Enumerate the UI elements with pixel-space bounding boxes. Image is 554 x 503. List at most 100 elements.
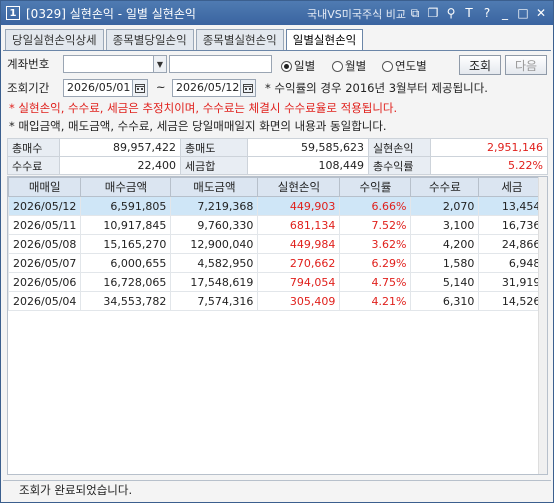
- table-cell: 4.75%: [339, 272, 412, 292]
- daily-profit-grid: 매매일 매수금액 매도금액 실현손익 수익률 수수료 세금 2026/05/12 6,591,…: [7, 176, 548, 475]
- table-cell: 2,070: [410, 196, 480, 216]
- copy-icon[interactable]: ❐: [425, 5, 441, 21]
- table-row[interactable]: 2026/05/04 34,553,782 7,574,316 305,409 4.21…: [8, 291, 546, 311]
- font-icon[interactable]: T: [461, 5, 477, 21]
- return-value: 5.22%: [430, 156, 548, 175]
- grid-header-row: 매매일 매수금액 매도금액 실현손익 수익률 수수료 세금: [8, 177, 546, 197]
- chevron-down-icon[interactable]: ▼: [153, 55, 167, 73]
- fee-label: 수수료: [7, 156, 60, 175]
- table-cell: 794,054: [257, 272, 341, 292]
- column-header[interactable]: 매수금액: [80, 177, 172, 197]
- date-to-input[interactable]: 2026/05/12: [172, 79, 241, 97]
- window-icon[interactable]: ⧉: [407, 5, 423, 21]
- radio-yearly-dot: [382, 60, 393, 72]
- table-cell: 6.66%: [339, 196, 412, 216]
- table-cell: 305,409: [257, 291, 341, 311]
- tab-2[interactable]: 종목별실현손익: [195, 29, 284, 50]
- summary-table: 총매수 89,957,422 총매도 59,585,623 실현손익 2,951…: [7, 138, 548, 175]
- table-cell: 2026/05/04: [8, 291, 82, 311]
- table-row[interactable]: 2026/05/11 10,917,845 9,760,330 681,134 7.52…: [8, 215, 546, 235]
- radio-daily[interactable]: 일별: [281, 58, 315, 74]
- help-icon[interactable]: ?: [479, 5, 495, 21]
- table-cell: 2026/05/11: [8, 215, 82, 235]
- table-cell: 681,134: [257, 215, 341, 235]
- table-row[interactable]: 2026/05/08 15,165,270 12,900,040 449,984 3.6…: [8, 234, 546, 254]
- table-cell: 2026/05/12: [8, 196, 82, 216]
- tax-value: 108,449: [247, 156, 369, 175]
- table-cell: 6,000,655: [80, 253, 172, 273]
- table-cell: 3,100: [410, 215, 480, 235]
- vertical-scrollbar[interactable]: [538, 177, 547, 474]
- screen-title: 실현손익 - 일별 실현손익: [69, 6, 196, 21]
- column-header[interactable]: 실현손익: [257, 177, 341, 197]
- table-cell: 5,140: [410, 272, 480, 292]
- table-cell: 31,919: [478, 272, 546, 292]
- minimize-icon[interactable]: _: [497, 5, 513, 21]
- tab-0[interactable]: 당일실현손익상세: [5, 29, 104, 50]
- table-row[interactable]: 2026/05/07 6,000,655 4,582,950 270,662 6.29%…: [8, 253, 546, 273]
- radio-monthly-label: 월별: [345, 59, 367, 73]
- table-cell: 12,900,040: [170, 234, 259, 254]
- tab-1[interactable]: 종목별당일손익: [105, 29, 194, 50]
- tab-bar: 당일실현손익상세 종목별당일손익 종목별실현손익 일별실현손익: [5, 29, 365, 50]
- pin-icon[interactable]: ⚲: [443, 5, 459, 21]
- column-header[interactable]: 수수료: [410, 177, 480, 197]
- tax-label: 세금합: [180, 156, 248, 175]
- total-sell-value: 59,585,623: [247, 138, 369, 157]
- table-cell: 24,866: [478, 234, 546, 254]
- table-cell: 449,903: [257, 196, 341, 216]
- table-cell: 15,165,270: [80, 234, 172, 254]
- table-cell: 2026/05/07: [8, 253, 82, 273]
- table-cell: 4,200: [410, 234, 480, 254]
- table-cell: 4.21%: [339, 291, 412, 311]
- radio-monthly-dot: [332, 60, 343, 72]
- table-row[interactable]: 2026/05/12 6,591,805 7,219,368 449,903 6.66%…: [8, 196, 546, 216]
- table-row[interactable]: 2026/05/06 16,728,065 17,548,619 794,054 4.7…: [8, 272, 546, 292]
- radio-yearly[interactable]: 연도별: [382, 58, 427, 74]
- column-header[interactable]: 수익률: [339, 177, 412, 197]
- estimate-warning: * 실현손익, 수수료, 세금은 추정치이며, 수수료는 체결시 수수료율로 적…: [9, 101, 398, 115]
- table-cell: 7,574,316: [170, 291, 259, 311]
- content-panel: 계좌번호 ▼ 일별 월별 연도별 조회 다음 조회기간 2026/05/01 ~…: [3, 50, 551, 478]
- calendar-icon[interactable]: [132, 79, 148, 97]
- window-title: [0329] 실현손익 - 일별 실현손익: [26, 5, 196, 22]
- return-info-note: * 수익률의 경우 2016년 3월부터 제공됩니다.: [265, 81, 488, 95]
- close-icon[interactable]: ✕: [533, 5, 549, 21]
- total-buy-value: 89,957,422: [59, 138, 181, 157]
- table-cell: 449,984: [257, 234, 341, 254]
- search-button[interactable]: 조회: [459, 55, 501, 75]
- table-cell: 3.62%: [339, 234, 412, 254]
- screen-code: [0329]: [26, 6, 66, 21]
- period-label: 조회기간: [7, 81, 50, 95]
- table-cell: 6.29%: [339, 253, 412, 273]
- next-button[interactable]: 다음: [505, 55, 547, 75]
- account-number-input[interactable]: [63, 55, 154, 73]
- main-window: 1 [0329] 실현손익 - 일별 실현손익 국내VS미국주식 비교 ⧉ ❐ ⚲ T…: [0, 0, 554, 503]
- column-header[interactable]: 매도금액: [170, 177, 259, 197]
- table-cell: 6,310: [410, 291, 480, 311]
- date-tilde: ~: [156, 80, 166, 94]
- table-cell: 6,948: [478, 253, 546, 273]
- calendar-icon[interactable]: [240, 79, 256, 97]
- compare-link[interactable]: 국내VS미국주식 비교: [307, 6, 406, 22]
- title-bar: 1 [0329] 실현손익 - 일별 실현손익 국내VS미국주식 비교 ⧉ ❐ ⚲ T…: [1, 1, 553, 25]
- realized-label: 실현손익: [368, 138, 431, 157]
- tab-3[interactable]: 일별실현손익: [285, 29, 364, 50]
- maximize-icon[interactable]: □: [515, 5, 531, 21]
- table-cell: 7.52%: [339, 215, 412, 235]
- amount-note: * 매입금액, 매도금액, 수수료, 세금은 당일매매일지 화면의 내용과 동일…: [9, 119, 387, 133]
- table-cell: 14,526: [478, 291, 546, 311]
- table-cell: 9,760,330: [170, 215, 259, 235]
- table-cell: 7,219,368: [170, 196, 259, 216]
- fee-value: 22,400: [59, 156, 181, 175]
- column-header[interactable]: 매매일: [8, 177, 82, 197]
- return-label: 총수익률: [368, 156, 431, 175]
- title-buttons: ⧉ ❐ ⚲ T? _ □ ✕: [407, 5, 549, 21]
- radio-daily-dot: [281, 60, 292, 72]
- table-cell: 10,917,845: [80, 215, 172, 235]
- table-cell: 17,548,619: [170, 272, 259, 292]
- radio-monthly[interactable]: 월별: [332, 58, 366, 74]
- date-from-input[interactable]: 2026/05/01: [63, 79, 133, 97]
- column-header[interactable]: 세금: [478, 177, 546, 197]
- table-cell: 34,553,782: [80, 291, 172, 311]
